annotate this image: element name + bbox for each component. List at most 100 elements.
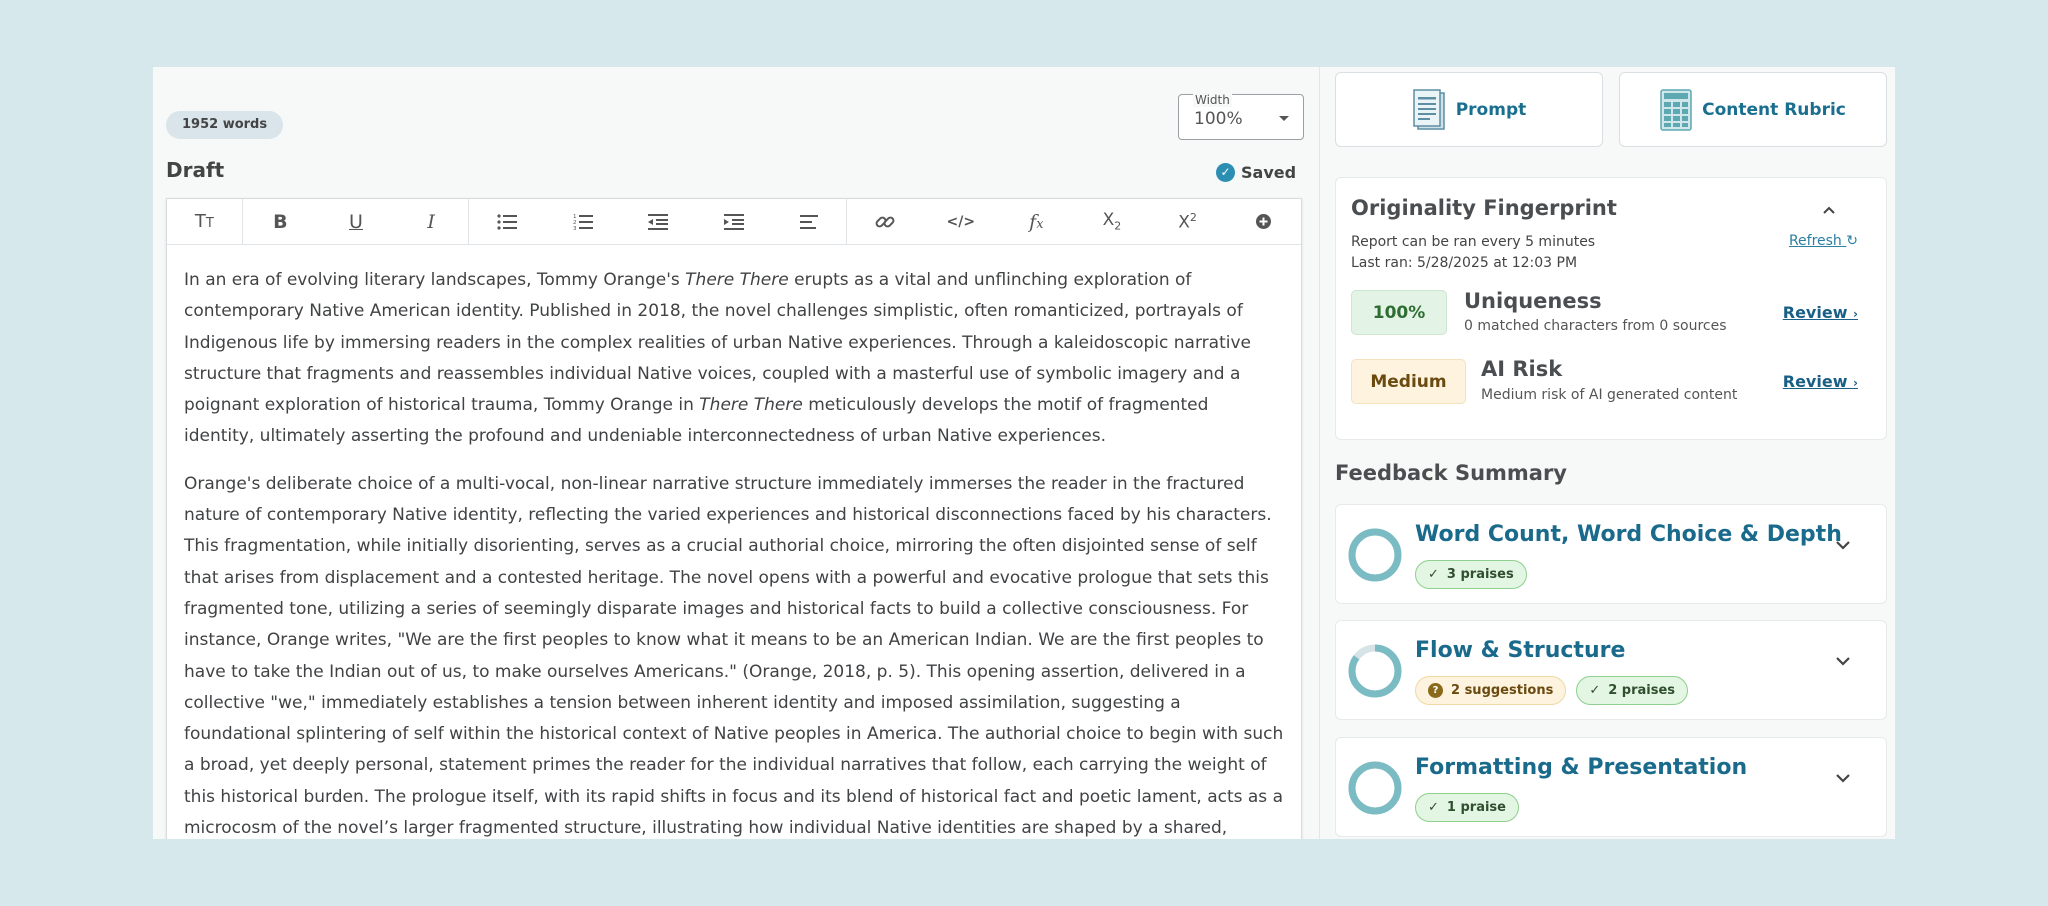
progress-ring-icon xyxy=(1348,644,1402,698)
ai-risk-review-link[interactable]: Review › xyxy=(1783,372,1858,391)
praise-count: 1 praise xyxy=(1446,800,1506,815)
subscript-button[interactable]: X2 xyxy=(1074,199,1150,245)
praise-badge: ✓ 3 praises xyxy=(1415,560,1527,589)
check-icon: ✓ xyxy=(1589,683,1601,698)
uniqueness-review-link[interactable]: Review › xyxy=(1783,303,1858,322)
code-button[interactable]: </> xyxy=(923,199,999,245)
progress-ring-icon xyxy=(1348,528,1402,582)
question-icon: ? xyxy=(1428,683,1443,698)
feedback-item-title: Word Count, Word Choice & Depth xyxy=(1415,522,1842,547)
app-window: 1952 words Width 100% Draft ✓ Saved TT B… xyxy=(153,67,1895,839)
outdent-icon xyxy=(648,213,669,230)
bold-button[interactable]: B xyxy=(243,199,319,245)
numbered-list-icon: 123 xyxy=(573,214,593,231)
word-count-badge: 1952 words xyxy=(166,111,284,139)
editor-paragraph: In an era of evolving literary landscape… xyxy=(184,265,1284,453)
check-icon: ✓ xyxy=(1428,567,1439,582)
feedback-item[interactable]: Formatting & Presentation ✓ 1 praise xyxy=(1335,737,1887,837)
underline-button[interactable]: U xyxy=(318,199,394,245)
rubric-grid-icon xyxy=(1660,88,1692,131)
width-value: 100% xyxy=(1194,109,1243,129)
feedback-badges: ✓ 3 praises xyxy=(1415,560,1527,589)
draft-title: Draft xyxy=(166,158,225,182)
check-icon: ✓ xyxy=(1428,800,1439,815)
suggestion-count: 2 suggestions xyxy=(1451,683,1554,698)
last-ran-text: Last ran: 5/28/2025 at 12:03 PM xyxy=(1351,254,1578,271)
paragraph-text: In an era of evolving literary landscape… xyxy=(184,270,686,290)
praise-badge: ✓ 1 praise xyxy=(1415,793,1519,822)
document-icon xyxy=(1412,88,1445,130)
review-label: Review xyxy=(1782,303,1848,322)
feedback-item-title: Flow & Structure xyxy=(1415,638,1626,663)
uniqueness-description: 0 matched characters from 0 sources xyxy=(1464,318,1727,334)
praise-badge: ✓ 2 praises xyxy=(1576,676,1689,705)
feedback-item-title: Formatting & Presentation xyxy=(1415,755,1748,780)
content-rubric-button[interactable]: Content Rubric xyxy=(1619,72,1887,147)
rich-text-editor[interactable]: TT B U I 123 </> fx X2 X2 In an era of e… xyxy=(166,198,1302,839)
refresh-icon: ↻ xyxy=(1846,233,1858,249)
editor-content[interactable]: In an era of evolving literary landscape… xyxy=(167,245,1301,839)
feedback-summary-title: Feedback Summary xyxy=(1335,461,1567,485)
chevron-down-icon[interactable] xyxy=(1835,540,1851,550)
saved-label: Saved xyxy=(1241,163,1297,182)
svg-text:3: 3 xyxy=(573,226,577,231)
plus-circle-icon xyxy=(1255,214,1271,229)
review-label: Review xyxy=(1782,372,1848,391)
caret-down-icon xyxy=(1279,116,1289,121)
numbered-list-button[interactable]: 123 xyxy=(545,199,621,245)
formula-button[interactable]: fx xyxy=(999,199,1075,245)
originality-card: Originality Fingerprint Report can be ra… xyxy=(1335,177,1887,440)
editor-toolbar: TT B U I 123 </> fx X2 X2 xyxy=(167,198,1301,245)
chevron-right-icon: › xyxy=(1853,307,1858,321)
indent-icon xyxy=(723,213,744,230)
ai-risk-value-badge: Medium xyxy=(1351,359,1466,404)
praise-count: 3 praises xyxy=(1446,567,1514,582)
bulleted-list-button[interactable] xyxy=(469,199,545,245)
link-icon xyxy=(875,216,895,227)
feedback-item[interactable]: Flow & Structure ? 2 suggestions ✓ 2 prais… xyxy=(1335,620,1887,720)
originality-info: Report can be ran every 5 minutes Last r… xyxy=(1351,232,1595,273)
italic-text: There There xyxy=(685,270,789,290)
praise-count: 2 praises xyxy=(1608,683,1676,698)
uniqueness-value-badge: 100% xyxy=(1351,290,1447,335)
originality-title: Originality Fingerprint xyxy=(1351,196,1617,220)
feedback-item[interactable]: Word Count, Word Choice & Depth ✓ 3 prais… xyxy=(1335,504,1887,604)
more-button[interactable] xyxy=(1225,199,1301,245)
ai-risk-title: AI Risk xyxy=(1481,357,1563,381)
refresh-link[interactable]: Refresh ↻ xyxy=(1789,233,1858,249)
italic-icon: I xyxy=(427,210,435,233)
text-size-button[interactable]: TT xyxy=(167,198,243,245)
subscript-icon: X2 xyxy=(1102,210,1122,233)
progress-ring-icon xyxy=(1348,761,1402,815)
underline-icon: U xyxy=(349,210,363,233)
code-icon: </> xyxy=(946,213,976,230)
prompt-button[interactable]: Prompt xyxy=(1335,72,1603,147)
paragraph-text: Orange's deliberate choice of a multi-vo… xyxy=(184,473,1284,839)
superscript-icon: X2 xyxy=(1178,210,1197,233)
editor-pane: 1952 words Width 100% Draft ✓ Saved TT B… xyxy=(153,67,1319,839)
indent-button[interactable] xyxy=(696,199,772,245)
width-select[interactable]: Width 100% xyxy=(1178,93,1304,140)
editor-paragraph: Orange's deliberate choice of a multi-vo… xyxy=(184,469,1284,839)
ai-risk-description: Medium risk of AI generated content xyxy=(1481,387,1738,403)
prompt-label: Prompt xyxy=(1455,99,1527,120)
align-button[interactable] xyxy=(772,198,848,245)
superscript-button[interactable]: X2 xyxy=(1150,199,1226,245)
text-size-icon: TT xyxy=(194,211,214,232)
bulleted-list-icon xyxy=(497,213,518,230)
feedback-badges: ? 2 suggestions ✓ 2 praises xyxy=(1415,676,1689,705)
saved-status: ✓ Saved xyxy=(1216,163,1296,182)
content-rubric-label: Content Rubric xyxy=(1702,99,1846,120)
chevron-down-icon[interactable] xyxy=(1835,656,1851,666)
suggestion-badge: ? 2 suggestions xyxy=(1415,676,1567,705)
sidebar: Prompt Content Rubric Originality Finger… xyxy=(1319,67,1895,839)
italic-text: There There xyxy=(699,395,803,416)
outdent-button[interactable] xyxy=(621,199,697,245)
check-circle-icon: ✓ xyxy=(1216,163,1235,182)
chevron-down-icon[interactable] xyxy=(1835,773,1851,783)
italic-button[interactable]: I xyxy=(394,198,470,245)
chevron-up-icon[interactable] xyxy=(1822,200,1836,219)
feedback-badges: ✓ 1 praise xyxy=(1415,793,1519,822)
refresh-label: Refresh xyxy=(1788,233,1842,249)
link-button[interactable] xyxy=(847,199,923,245)
